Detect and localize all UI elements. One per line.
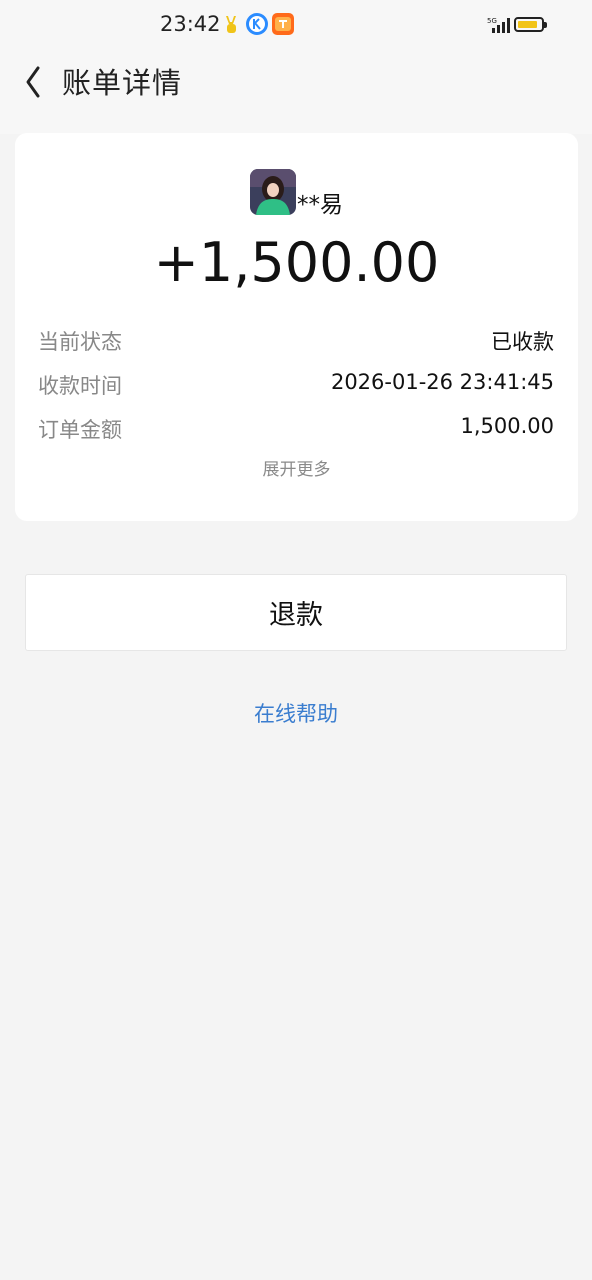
app-header: 账单详情 — [0, 52, 592, 134]
status-time: 23:42 — [160, 12, 221, 36]
k-app-icon — [246, 13, 268, 35]
detail-row-time: 收款时间 2026-01-26 23:41:45 — [38, 370, 554, 402]
detail-row-order-amount: 订单金额 1,500.00 — [38, 414, 554, 446]
detail-value: 2026-01-26 23:41:45 — [330, 370, 554, 394]
payment-amount: +1,500.00 — [153, 231, 440, 294]
detail-value: 1,500.00 — [460, 414, 554, 438]
battery-icon — [514, 17, 547, 32]
expand-more-link[interactable]: 展开更多 — [15, 455, 578, 480]
status-bar: 23:42 5G — [0, 0, 592, 52]
rabbit-app-icon — [220, 13, 242, 35]
refund-button[interactable]: 退款 — [25, 574, 567, 651]
bill-detail-card: **易 +1,500.00 当前状态 已收款 收款时间 2026-01-26 2… — [15, 133, 578, 521]
detail-label: 收款时间 — [38, 374, 122, 398]
back-button[interactable] — [14, 60, 54, 100]
detail-label: 订单金额 — [38, 418, 122, 442]
online-help-link[interactable]: 在线帮助 — [0, 698, 592, 728]
detail-value: 已收款 — [491, 330, 554, 354]
detail-row-status: 当前状态 已收款 — [38, 326, 554, 358]
chevron-left-icon — [26, 66, 40, 98]
page-title: 账单详情 — [62, 66, 183, 100]
taobao-app-icon — [272, 13, 294, 35]
avatar — [250, 169, 296, 215]
signal-5g-icon: 5G — [487, 16, 511, 34]
detail-label: 当前状态 — [38, 330, 122, 354]
payer-name: **易 — [297, 192, 343, 218]
svg-text:5G: 5G — [487, 17, 497, 25]
